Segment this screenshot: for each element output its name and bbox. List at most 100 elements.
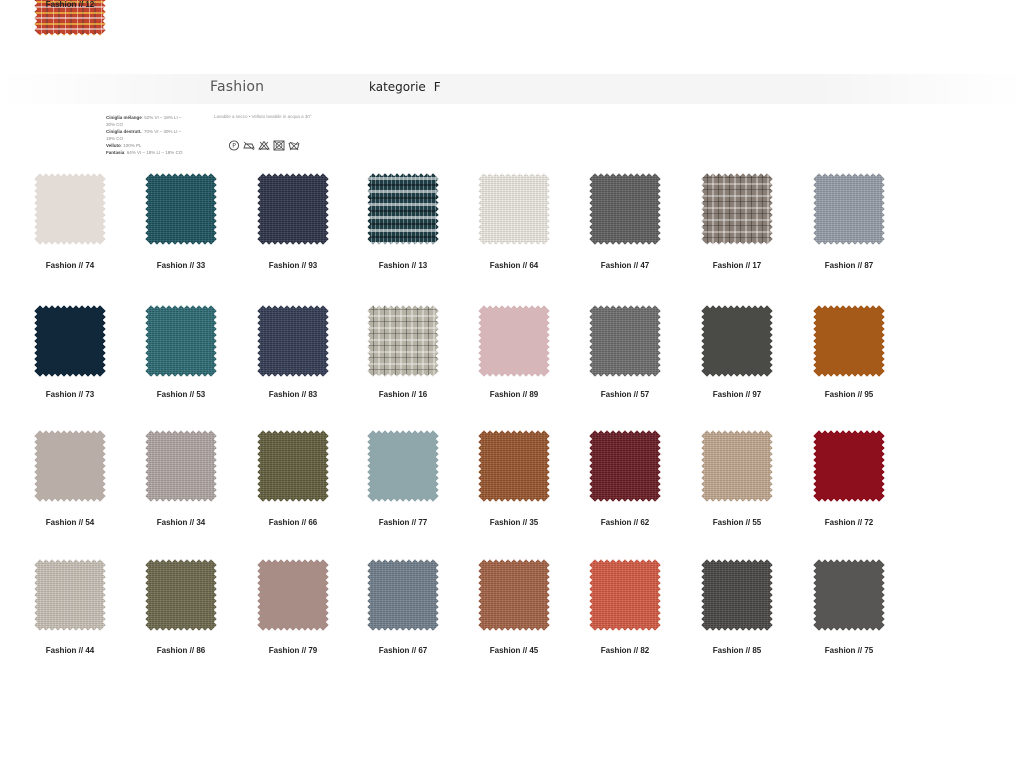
swatch-label: Fashion // 53: [156, 390, 206, 399]
swatch-label: Fashion // 35: [489, 518, 539, 527]
fabric-swatch-fill: [145, 559, 217, 631]
fabric-swatch: [367, 559, 439, 631]
fabric-swatch-fill: [257, 305, 329, 377]
spec-value: 64% VI – 18% LI – 18% CO: [126, 150, 183, 155]
fabric-swatch-fill: [367, 173, 439, 245]
fabric-swatch: [701, 559, 773, 631]
swatch-label: Fashion // 45: [489, 646, 539, 655]
fabric-swatch: [257, 305, 329, 377]
swatch-label: Fashion // 85: [712, 646, 762, 655]
spec-name: Velluto: [106, 143, 121, 148]
fabric-swatch: [367, 305, 439, 377]
spec-row: Fantasia: 64% VI – 18% LI – 18% CO: [106, 150, 183, 155]
fabric-swatch-fill: [813, 559, 885, 631]
swatch-label: Fashion // 66: [268, 518, 318, 527]
fabric-swatch: [701, 430, 773, 502]
fabric-swatch: [478, 305, 550, 377]
swatch-label: Fashion // 97: [712, 390, 762, 399]
fabric-swatch-fill: [34, 305, 106, 377]
fabric-swatch-fill: [813, 173, 885, 245]
swatch-label: Fashion // 87: [824, 261, 874, 270]
swatch-label: Fashion // 74: [45, 261, 95, 270]
swatch-label: Fashion // 13: [378, 261, 428, 270]
swatch-label: Fashion // 79: [268, 646, 318, 655]
swatch-label: Fashion // 83: [268, 390, 318, 399]
fabric-swatch: [367, 173, 439, 245]
fabric-swatch: [367, 430, 439, 502]
fabric-swatch: [257, 559, 329, 631]
fabric-swatch-fill: [257, 559, 329, 631]
fabric-swatch-fill: [701, 305, 773, 377]
fabric-swatch: [145, 173, 217, 245]
fabric-swatch: [813, 305, 885, 377]
fabric-swatch: [589, 430, 661, 502]
fabric-swatch-fill: [701, 559, 773, 631]
fabric-swatch-fill: [589, 559, 661, 631]
fabric-swatch-fill: [813, 305, 885, 377]
fabric-swatch-fill: [478, 173, 550, 245]
fabric-swatch: [701, 173, 773, 245]
fabric-swatch-fill: [367, 305, 439, 377]
swatch-label: Fashion // 12: [45, 0, 95, 9]
swatch-label: Fashion // 16: [378, 390, 428, 399]
swatch-label: Fashion // 44: [45, 646, 95, 655]
fabric-swatch-fill: [701, 173, 773, 245]
composition-specs: Ciniglia mélange: 52% VI – 18% LI – 30% …: [106, 114, 186, 156]
fabric-swatch: [257, 430, 329, 502]
fabric-swatch: [478, 559, 550, 631]
fabric-swatch: [478, 430, 550, 502]
care-instructions: Lavabile a secco • Velluto lavabile in a…: [214, 114, 312, 119]
swatch-label: Fashion // 57: [600, 390, 650, 399]
swatch-label: Fashion // 82: [600, 646, 650, 655]
spec-name: Ciniglia mélange: [106, 115, 142, 120]
fabric-swatch-fill: [367, 430, 439, 502]
swatch-label: Fashion // 62: [600, 518, 650, 527]
swatch-label: Fashion // 47: [600, 261, 650, 270]
fabric-swatch-fill: [34, 173, 106, 245]
spec-name: Ciniglia destrutt.: [106, 129, 142, 134]
fabric-swatch: [589, 305, 661, 377]
fabric-swatch: [34, 559, 106, 631]
swatch-label: Fashion // 95: [824, 390, 874, 399]
fabric-swatch-fill: [813, 430, 885, 502]
swatch-label: Fashion // 72: [824, 518, 874, 527]
fabric-swatch: [145, 559, 217, 631]
fabric-swatch: [589, 559, 661, 631]
spec-name: Fantasia: [106, 150, 125, 155]
dry-clean-p-icon: P: [228, 138, 240, 151]
spec-value: 100% PL: [123, 143, 142, 148]
fabric-swatch-fill: [34, 559, 106, 631]
fabric-swatch-fill: [145, 305, 217, 377]
swatch-label: Fashion // 17: [712, 261, 762, 270]
no-tumble-dry-icon: [273, 138, 285, 150]
swatch-label: Fashion // 64: [489, 261, 539, 270]
fabric-swatch: [257, 173, 329, 245]
fabric-swatch-fill: [145, 173, 217, 245]
fabric-swatch: [145, 305, 217, 377]
swatch-label: Fashion // 34: [156, 518, 206, 527]
fabric-swatch-fill: [34, 430, 106, 502]
svg-text:P: P: [232, 142, 236, 149]
swatch-label: Fashion // 73: [45, 390, 95, 399]
swatch-label: Fashion // 33: [156, 261, 206, 270]
fabric-swatch-fill: [701, 430, 773, 502]
category-value: F: [433, 80, 441, 94]
swatch-label: Fashion // 93: [268, 261, 318, 270]
fabric-swatch: [34, 430, 106, 502]
swatch-label: Fashion // 55: [712, 518, 762, 527]
swatch-label: Fashion // 86: [156, 646, 206, 655]
fabric-swatch-fill: [257, 430, 329, 502]
category-heading: kategorie F: [369, 80, 441, 94]
fabric-swatch-fill: [257, 173, 329, 245]
no-iron-icon: [243, 138, 255, 150]
fabric-swatch: [478, 173, 550, 245]
fabric-swatch: [34, 305, 106, 377]
fabric-swatch: [813, 173, 885, 245]
spec-row: Velluto: 100% PL: [106, 143, 142, 148]
category-label: kategorie: [369, 80, 426, 94]
swatch-label: Fashion // 77: [378, 518, 428, 527]
fabric-swatch: [145, 430, 217, 502]
fabric-swatch-fill: [145, 430, 217, 502]
swatch-label: Fashion // 54: [45, 518, 95, 527]
fabric-swatch-fill: [589, 305, 661, 377]
